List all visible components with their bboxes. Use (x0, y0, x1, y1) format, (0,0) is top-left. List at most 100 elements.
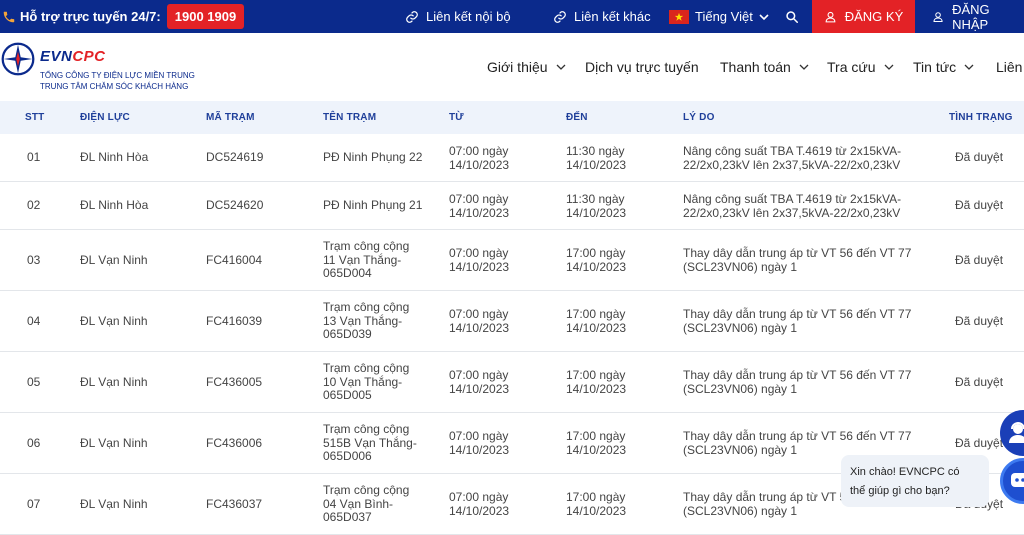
register-button[interactable]: ĐĂNG KÝ (812, 0, 915, 33)
nav-lookup[interactable]: Tra cứu (827, 59, 894, 75)
cell-station-name-line: Trạm công cộng (323, 483, 410, 497)
nav-payment[interactable]: Thanh toán (720, 59, 809, 75)
support-agent-button[interactable] (1000, 410, 1024, 456)
cell-power-company-line: ĐL Vạn Ninh (80, 436, 148, 450)
brand-name[interactable]: EVNCPC (40, 48, 106, 65)
column-header: LÝ DO (683, 112, 715, 123)
search-button[interactable] (785, 0, 806, 33)
cell-station-name-line: 04 Vạn Bình- (323, 496, 394, 511)
cell-station-name-line: 065D037 (323, 510, 372, 524)
column-header: MÃ TRẠM (206, 112, 255, 123)
cell-reason-line: Thay dây dẫn trung áp từ VT 56 đến VT 77 (683, 429, 912, 443)
cell-reason-line: Thay dây dẫn trung áp từ VT 5 (683, 490, 847, 504)
nav-contact[interactable]: Liên (996, 59, 1022, 75)
chat-greeting[interactable]: Xin chào! EVNCPC có thể giúp gì cho bạn? (841, 455, 989, 507)
hotline-label: Hỗ trợ trực tuyến 24/7: (20, 9, 161, 24)
cell-station-name-line: PĐ Ninh Phụng 22 (323, 150, 423, 164)
cell-station-code-line: DC524619 (206, 150, 264, 164)
chat-line: Xin chào! EVNCPC có (850, 466, 960, 478)
cell-from-line: 14/10/2023 (449, 442, 510, 457)
cell-from: 07:00 ngày 14/10/2023 (449, 368, 509, 396)
cell-station-code: FC416004 (206, 253, 262, 268)
cell-status: Đã duyệt (955, 314, 1004, 329)
cell-power-company: ĐL Vạn Ninh (80, 436, 148, 451)
cell-from: 07:00 ngày 14/10/2023 (449, 192, 510, 220)
cell-to: 17:00 ngày 14/10/2023 (566, 490, 626, 518)
table-row: 01 ĐL Ninh Hòa DC524619 PĐ Ninh Phụng 22 07:… (0, 134, 1024, 182)
hotline-number[interactable]: 1900 1909 (166, 4, 245, 29)
cell-stt-line: 05 (27, 375, 41, 389)
top-bar: Hỗ trợ trực tuyến 24/7: 1900 1909 Liên k… (0, 0, 1024, 33)
cell-from: 07:00 ngày 14/10/2023 (449, 144, 510, 172)
cell-station-name: Trạm công cộng 10 Vạn Thắng- 065D005 (323, 361, 409, 403)
chat-line: thể giúp gì cho bạn? (850, 485, 950, 497)
search-icon (786, 10, 799, 23)
cell-reason: Thay dây dẫn trung áp từ VT 56 đến VT 77… (683, 429, 912, 457)
login-button[interactable]: ĐĂNG NHẬP (915, 0, 1024, 33)
cell-status-line: Đã duyệt (955, 314, 1004, 328)
cell-status-line: Đã duyệt (955, 375, 1004, 389)
cell-stt-line: 07 (27, 497, 41, 511)
cell-from-line: 14/10/2023 (449, 157, 510, 172)
cell-reason: Nâng công suất TBA T.4619 từ 2x15kVA- 22/… (683, 144, 901, 172)
cell-station-code: FC436005 (206, 375, 263, 390)
cell-reason-line: Thay dây dẫn trung áp từ VT 56 đến VT 77 (683, 246, 912, 260)
cell-to: 11:30 ngày 14/10/2023 (566, 144, 626, 172)
cell-to-line: 17:00 ngày (566, 368, 626, 382)
cell-to-line: 14/10/2023 (566, 442, 627, 457)
chevron-down-icon (556, 64, 566, 70)
evn-logo-icon[interactable] (0, 41, 36, 77)
cell-from: 07:00 ngày 14/10/2023 (449, 307, 509, 335)
nav-label: Thanh toán (720, 59, 791, 75)
cell-reason-line: 22/2x0,23kV lên 2x37,5kVA-22/2x0,23kV (683, 157, 901, 172)
cell-reason-line: 22/2x0,23kV lên 2x37,5kVA-22/2x0,23kV (683, 205, 901, 220)
cell-from-line: 07:00 ngày (449, 246, 509, 260)
table-row: 03 ĐL Vạn Ninh FC416004 Trạm công cộng 11 Vạ… (0, 230, 1024, 291)
cell-station-name-line: Trạm công cộng (323, 422, 410, 436)
cell-station-code-line: FC436005 (206, 375, 263, 389)
cell-to-line: 14/10/2023 (566, 205, 627, 220)
cell-status: Đã duyệt (955, 198, 1004, 213)
internal-links[interactable]: Liên kết nội bộ (405, 0, 511, 33)
cell-to-line: 14/10/2023 (566, 381, 627, 396)
cell-station-name-line: 515B Vạn Thắng- (323, 435, 417, 450)
cell-to: 17:00 ngày 14/10/2023 (566, 368, 627, 396)
cell-power-company: ĐL Vạn Ninh (80, 314, 148, 329)
other-links[interactable]: Liên kết khác (553, 0, 651, 33)
cell-reason: Thay dây dẫn trung áp từ VT 56 đến VT 77… (683, 246, 912, 274)
cell-station-name-line: PĐ Ninh Phụng 21 (323, 198, 423, 212)
cell-to: 17:00 ngày 14/10/2023 (566, 246, 626, 274)
cell-power-company: ĐL Ninh Hòa (80, 198, 148, 213)
chatbot-button[interactable] (1000, 458, 1024, 504)
language-select[interactable]: Tiếng Việt (669, 0, 776, 33)
cell-status-line: Đã duyệt (955, 150, 1004, 164)
cell-power-company: ĐL Ninh Hòa (80, 150, 148, 165)
cell-power-company-line: ĐL Vạn Ninh (80, 497, 148, 511)
brand-cpc: CPC (72, 48, 106, 65)
cell-stt-line: 04 (27, 314, 41, 328)
cell-stt: 02 (27, 198, 40, 213)
cell-station-code-line: FC436006 (206, 436, 263, 450)
cell-from-line: 07:00 ngày (449, 144, 509, 158)
cell-from: 07:00 ngày 14/10/2023 (449, 490, 510, 518)
cell-reason: Thay dây dẫn trung áp từ VT 56 đến VT 77… (683, 368, 911, 396)
cell-station-name-line: Trạm công cộng (323, 239, 410, 253)
cell-power-company: ĐL Vạn Ninh (80, 253, 148, 268)
nav-online-services[interactable]: Dịch vụ trực tuyến (585, 59, 699, 75)
cell-from-line: 14/10/2023 (449, 205, 510, 220)
cell-power-company-line: ĐL Vạn Ninh (80, 314, 148, 328)
column-header: TÌNH TRẠNG (949, 112, 1013, 123)
cell-power-company-line: ĐL Vạn Ninh (80, 375, 148, 389)
cell-station-code-line: DC524620 (206, 198, 264, 212)
column-header: STT (25, 112, 45, 123)
chatbot-icon (1011, 473, 1024, 487)
cell-reason: Nâng công suất TBA T.4619 từ 2x15kVA- 22/… (683, 192, 901, 220)
cell-stt-line: 03 (27, 253, 41, 267)
cell-status-line: Đã duyệt (955, 198, 1004, 212)
nav-news[interactable]: Tin tức (913, 59, 974, 75)
cell-from-line: 14/10/2023 (449, 503, 510, 518)
table-header: STT ĐIỆN LỰC MÃ TRẠM TÊN TRẠM TỪ ĐẾN LÝ … (0, 101, 1024, 134)
cell-station-name-line: 13 Vạn Thắng- (323, 313, 403, 328)
chevron-down-icon (884, 64, 893, 70)
nav-introduction[interactable]: Giới thiệu (487, 59, 566, 75)
